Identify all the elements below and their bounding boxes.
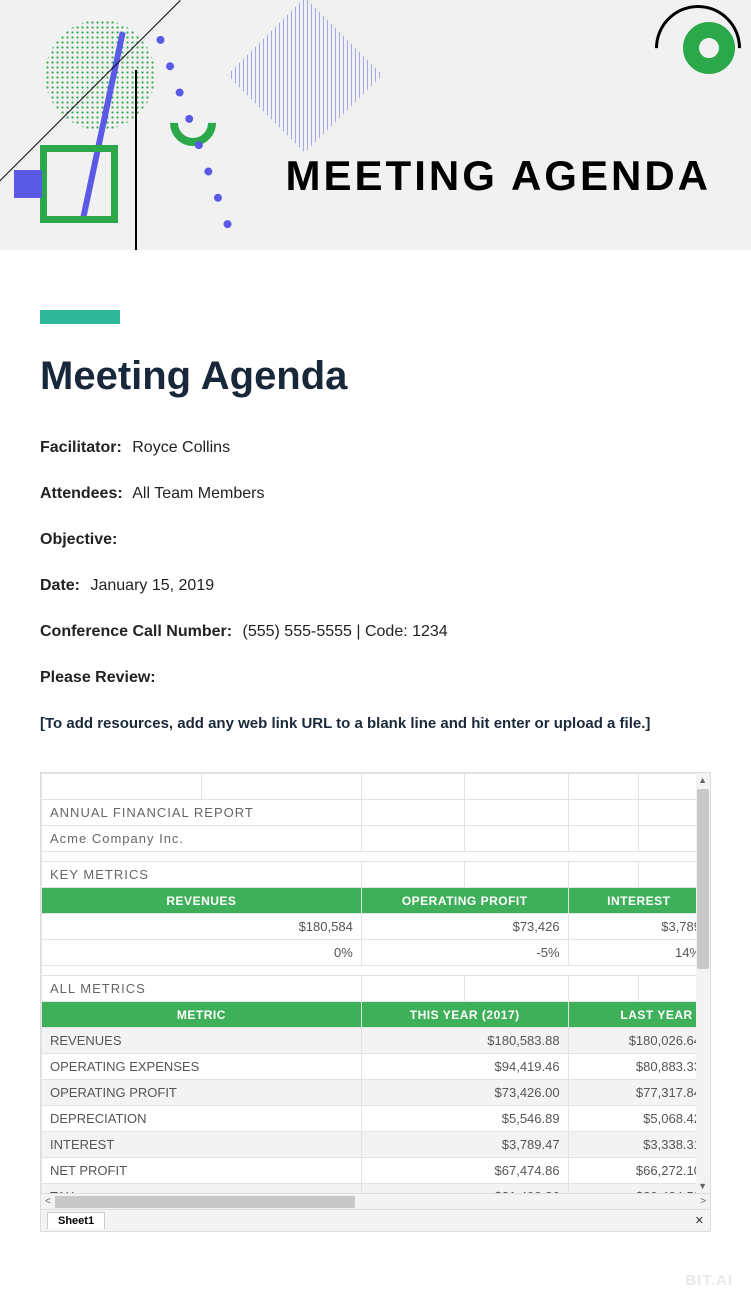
all-header-last-year: LAST YEAR ( (568, 1002, 709, 1028)
scroll-right-icon[interactable]: > (696, 1196, 710, 1207)
sheet-viewport[interactable]: ANNUAL FINANCIAL REPORT Acme Company Inc… (41, 773, 710, 1193)
vertical-scrollbar[interactable]: ▲ ▼ (696, 773, 710, 1193)
key-revenues-value: $180,584 (42, 914, 362, 940)
watermark: BIT.AI (685, 1272, 733, 1289)
metric-cell: DEPRECIATION (42, 1106, 362, 1132)
close-icon[interactable]: ✕ (695, 1214, 704, 1227)
date-value: January 15, 2019 (90, 577, 214, 594)
all-header-metric: METRIC (42, 1002, 362, 1028)
last-year-cell: $180,026.64 (568, 1028, 709, 1054)
facilitator-value: Royce Collins (132, 439, 230, 456)
metric-cell: OPERATING PROFIT (42, 1080, 362, 1106)
banner-title: MEETING AGENDA (286, 152, 711, 200)
facilitator-label: Facilitator: (40, 439, 122, 456)
key-interest-value: $3,789 (568, 914, 709, 940)
deco-black-line-vertical (135, 70, 137, 250)
deco-green-dotted-circle (45, 20, 155, 130)
accent-bar (40, 310, 120, 324)
metric-cell: TAX (42, 1184, 362, 1194)
conference-value: (555) 555-5555 | Code: 1234 (243, 623, 448, 640)
attendees-row: Attendees: All Team Members (40, 485, 711, 503)
deco-dot-line (155, 35, 232, 229)
deco-purple-square (14, 170, 42, 198)
this-year-cell: $94,419.46 (361, 1054, 568, 1080)
horizontal-scrollbar[interactable]: < > (41, 1193, 710, 1209)
scroll-up-icon[interactable]: ▲ (698, 775, 707, 785)
company-cell: Acme Company Inc. (42, 826, 362, 852)
deco-green-ring (683, 22, 735, 74)
date-row: Date: January 15, 2019 (40, 577, 711, 595)
date-label: Date: (40, 577, 80, 594)
sheet-tab[interactable]: Sheet1 (47, 1212, 105, 1229)
embedded-spreadsheet[interactable]: ANNUAL FINANCIAL REPORT Acme Company Inc… (40, 772, 711, 1232)
key-header-interest: INTEREST (568, 888, 709, 914)
sheet-table: ANNUAL FINANCIAL REPORT Acme Company Inc… (41, 773, 710, 1193)
attendees-label: Attendees: (40, 485, 123, 502)
all-metrics-label: ALL METRICS (42, 976, 362, 1002)
horizontal-scroll-track[interactable] (55, 1196, 696, 1208)
key-revenues-pct: 0% (42, 940, 362, 966)
conference-row: Conference Call Number: (555) 555-5555 |… (40, 623, 711, 641)
vertical-scroll-thumb[interactable] (697, 789, 709, 969)
metric-cell: REVENUES (42, 1028, 362, 1054)
banner-header: MEETING AGENDA (0, 0, 751, 250)
report-title-cell: ANNUAL FINANCIAL REPORT (42, 800, 362, 826)
objective-row: Objective: (40, 531, 711, 549)
document-body: Meeting Agenda Facilitator: Royce Collin… (0, 250, 751, 772)
this-year-cell: $67,474.86 (361, 1158, 568, 1184)
last-year-cell: $66,272.10 (568, 1158, 709, 1184)
key-interest-pct: 14% (568, 940, 709, 966)
metric-cell: INTEREST (42, 1132, 362, 1158)
facilitator-row: Facilitator: Royce Collins (40, 439, 711, 457)
scroll-left-icon[interactable]: < (41, 1196, 55, 1207)
key-header-revenues: REVENUES (42, 888, 362, 914)
last-year-cell: $77,317.84 (568, 1080, 709, 1106)
key-profit-value: $73,426 (361, 914, 568, 940)
review-row: Please Review: (40, 669, 711, 687)
sheet-tab-bar: Sheet1 ✕ (41, 1209, 710, 1231)
objective-label: Objective: (40, 531, 117, 548)
metric-cell: NET PROFIT (42, 1158, 362, 1184)
this-year-cell: $5,546.89 (361, 1106, 568, 1132)
deco-blue-diamond (227, 0, 383, 153)
last-year-cell: $29,424.53 (568, 1184, 709, 1194)
conference-label: Conference Call Number: (40, 623, 232, 640)
this-year-cell: $3,789.47 (361, 1132, 568, 1158)
last-year-cell: $80,883.33 (568, 1054, 709, 1080)
this-year-cell: $31,408.26 (361, 1184, 568, 1194)
attendees-value: All Team Members (132, 485, 264, 502)
scroll-down-icon[interactable]: ▼ (698, 1181, 707, 1191)
review-label: Please Review: (40, 669, 156, 686)
deco-green-square (40, 145, 118, 223)
key-metrics-label: KEY METRICS (42, 862, 362, 888)
horizontal-scroll-thumb[interactable] (55, 1196, 355, 1208)
last-year-cell: $5,068.42 (568, 1106, 709, 1132)
doc-title: Meeting Agenda (40, 354, 711, 399)
last-year-cell: $3,338.31 (568, 1132, 709, 1158)
metric-cell: OPERATING EXPENSES (42, 1054, 362, 1080)
resource-instruction: [To add resources, add any web link URL … (40, 715, 711, 732)
all-header-this-year: THIS YEAR (2017) (361, 1002, 568, 1028)
key-header-operating-profit: OPERATING PROFIT (361, 888, 568, 914)
key-profit-pct: -5% (361, 940, 568, 966)
this-year-cell: $180,583.88 (361, 1028, 568, 1054)
this-year-cell: $73,426.00 (361, 1080, 568, 1106)
